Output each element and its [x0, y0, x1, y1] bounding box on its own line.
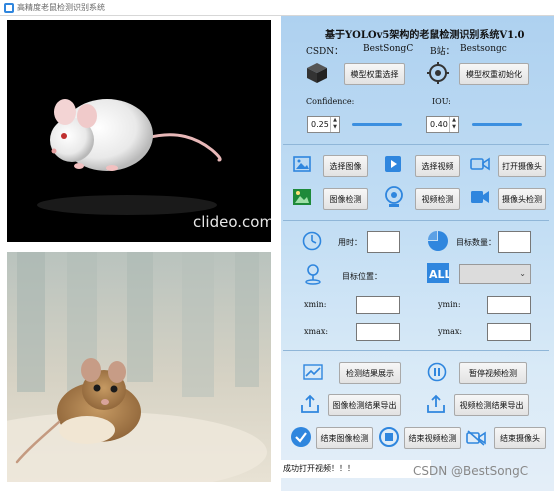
camera-icon — [470, 157, 490, 171]
end-camera-button[interactable]: 结束摄像头 — [494, 427, 546, 449]
ymin-field — [487, 296, 531, 314]
iou-slider[interactable] — [472, 123, 522, 126]
original-image-view: clideo.com — [7, 20, 271, 242]
control-panel — [281, 16, 554, 491]
confidence-slider[interactable] — [352, 123, 402, 126]
image-detect-button[interactable]: 图像检测 — [323, 188, 368, 210]
stop-circle-icon — [379, 427, 399, 447]
csdn-label: CSDN： — [306, 47, 344, 57]
image-detect-icon — [293, 189, 311, 205]
end-video-detect-button[interactable]: 结束视频检测 — [404, 427, 461, 449]
iou-spinbox[interactable]: 0.40 ▲ ▼ — [426, 116, 459, 133]
app-icon — [4, 3, 14, 13]
pie-chart-icon — [428, 231, 448, 251]
xmin-field — [356, 296, 400, 314]
section-divider — [283, 144, 549, 145]
target-count-label: 目标数量： — [456, 238, 496, 247]
confidence-spinbox[interactable]: 0.25 ▲ ▼ — [307, 116, 340, 133]
show-results-button[interactable]: 检测结果展示 — [339, 362, 401, 384]
xmax-label: xmax: — [304, 327, 329, 336]
clock-icon — [302, 231, 322, 251]
open-camera-button[interactable]: 打开摄像头 — [498, 155, 546, 177]
xmin-label: xmin: — [304, 300, 327, 309]
window-titlebar: 高精度老鼠检测识别系统 — [0, 0, 554, 16]
target-position-label: 目标位置： — [342, 272, 382, 281]
xmax-field — [356, 323, 400, 341]
spin-arrows-icon[interactable]: ▲ ▼ — [330, 117, 339, 132]
cube-icon — [307, 63, 327, 83]
ymin-label: ymin: — [438, 300, 461, 309]
all-targets-icon: ALL — [427, 263, 449, 283]
time-value-field — [367, 231, 400, 253]
image-watermark: clideo.com — [193, 213, 271, 231]
export-icon — [301, 394, 319, 413]
ymax-field — [487, 323, 531, 341]
check-circle-icon — [291, 427, 311, 447]
pause-icon — [427, 362, 447, 382]
target-count-field — [498, 231, 531, 253]
location-pin-icon — [305, 264, 321, 285]
init-weights-button[interactable]: 模型权重初始化 — [459, 63, 529, 85]
video-play-icon — [385, 156, 401, 172]
camera-detect-button[interactable]: 摄像头检测 — [498, 188, 546, 210]
section-divider — [283, 220, 549, 221]
iou-label: IOU: — [432, 97, 451, 106]
video-detect-button[interactable]: 视频检测 — [415, 188, 460, 210]
app-heading: 基于YOLOv5架构的老鼠检测识别系统V1.0 — [325, 30, 525, 41]
confidence-label: Confidence: — [306, 97, 355, 106]
white-mouse-image: clideo.com — [7, 20, 271, 242]
svg-text:ALL: ALL — [429, 268, 449, 281]
page-watermark: CSDN @BestSongC — [413, 464, 529, 478]
camera-off-icon — [466, 430, 486, 446]
export-image-results-button[interactable]: 图像检测结果导出 — [328, 394, 401, 416]
select-weights-button[interactable]: 模型权重选择 — [344, 63, 405, 85]
video-camera-icon — [471, 191, 489, 203]
export-icon — [427, 394, 445, 413]
status-message: 成功打开视频！！！ — [281, 460, 431, 478]
ymax-label: ymax: — [438, 327, 463, 336]
confidence-value: 0.25 — [311, 120, 329, 129]
image-icon — [293, 156, 311, 172]
end-image-detect-button[interactable]: 结束图像检测 — [316, 427, 373, 449]
chevron-down-icon: ⌄ — [519, 269, 526, 278]
section-divider — [283, 350, 549, 351]
select-image-button[interactable]: 选择图像 — [323, 155, 368, 177]
select-video-button[interactable]: 选择视频 — [415, 155, 460, 177]
csdn-value: BestSongC — [363, 44, 414, 54]
line-chart-icon — [303, 364, 323, 380]
spin-arrows-icon[interactable]: ▲ ▼ — [449, 117, 458, 132]
pause-video-button[interactable]: 暂停视频检测 — [459, 362, 527, 384]
field-mouse-image — [7, 252, 271, 482]
iou-value: 0.40 — [430, 120, 448, 129]
target-select-dropdown[interactable]: ⌄ — [459, 264, 531, 284]
bilibili-value: Bestsongc — [460, 44, 507, 54]
detection-result-view — [7, 252, 271, 482]
time-label: 用时： — [338, 238, 362, 247]
target-settings-icon — [427, 62, 449, 84]
export-video-results-button[interactable]: 视频检测结果导出 — [454, 394, 529, 416]
window-title: 高精度老鼠检测识别系统 — [17, 3, 105, 12]
webcam-icon — [385, 186, 403, 207]
bilibili-label: B站： — [430, 47, 455, 57]
